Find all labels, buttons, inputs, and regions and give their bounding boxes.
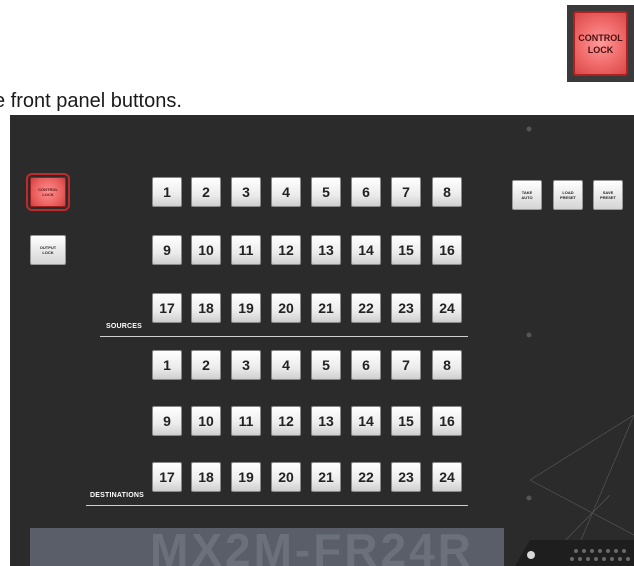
destination-button-3[interactable]: 3 xyxy=(231,350,261,380)
load-preset-line2: PRESET xyxy=(559,195,576,200)
destination-button-14[interactable]: 14 xyxy=(351,406,381,436)
destination-button-2[interactable]: 2 xyxy=(191,350,221,380)
destinations-rule xyxy=(86,505,468,506)
sources-label: SOURCES xyxy=(106,323,143,330)
source-button-9[interactable]: 9 xyxy=(152,235,182,265)
destination-button-23[interactable]: 23 xyxy=(391,462,421,492)
source-button-13[interactable]: 13 xyxy=(311,235,341,265)
source-button-3[interactable]: 3 xyxy=(231,177,261,207)
source-button-4[interactable]: 4 xyxy=(271,177,301,207)
callout-line1: CONTROL xyxy=(578,32,623,43)
source-button-10[interactable]: 10 xyxy=(191,235,221,265)
control-lock-button[interactable]: CONTROL LOCK xyxy=(26,173,70,211)
destination-button-15[interactable]: 15 xyxy=(391,406,421,436)
source-button-19[interactable]: 19 xyxy=(231,293,261,323)
callout-line2: LOCK xyxy=(587,44,614,55)
destination-button-9[interactable]: 9 xyxy=(152,406,182,436)
source-button-8[interactable]: 8 xyxy=(432,177,462,207)
destination-button-19[interactable]: 19 xyxy=(231,462,261,492)
destination-button-13[interactable]: 13 xyxy=(311,406,341,436)
load-preset-button[interactable]: LOAD PRESET xyxy=(553,180,583,210)
save-preset-line2: PRESET xyxy=(599,195,616,200)
source-button-17[interactable]: 17 xyxy=(152,293,182,323)
source-button-5[interactable]: 5 xyxy=(311,177,341,207)
output-lock-line2: LOCK xyxy=(42,250,54,255)
destination-button-11[interactable]: 11 xyxy=(231,406,261,436)
destination-button-7[interactable]: 7 xyxy=(391,350,421,380)
source-button-23[interactable]: 23 xyxy=(391,293,421,323)
source-button-12[interactable]: 12 xyxy=(271,235,301,265)
source-button-18[interactable]: 18 xyxy=(191,293,221,323)
destination-button-12[interactable]: 12 xyxy=(271,406,301,436)
source-button-2[interactable]: 2 xyxy=(191,177,221,207)
source-button-24[interactable]: 24 xyxy=(432,293,462,323)
control-lock-callout: CONTROL LOCK xyxy=(567,5,634,82)
sources-rule xyxy=(100,336,468,337)
destination-button-20[interactable]: 20 xyxy=(271,462,301,492)
source-button-1[interactable]: 1 xyxy=(152,177,182,207)
source-button-21[interactable]: 21 xyxy=(311,293,341,323)
front-panel: CONTROL LOCK OUTPUT LOCK TAKE AUTO LOAD … xyxy=(10,115,634,566)
destination-button-5[interactable]: 5 xyxy=(311,350,341,380)
source-button-11[interactable]: 11 xyxy=(231,235,261,265)
source-button-7[interactable]: 7 xyxy=(391,177,421,207)
control-lock-callout-button: CONTROL LOCK xyxy=(573,11,628,76)
take-line2: AUTO xyxy=(521,195,533,200)
destination-button-8[interactable]: 8 xyxy=(432,350,462,380)
destination-button-24[interactable]: 24 xyxy=(432,462,462,492)
destination-button-6[interactable]: 6 xyxy=(351,350,381,380)
control-lock-line2: LOCK xyxy=(42,192,54,197)
output-lock-button[interactable]: OUTPUT LOCK xyxy=(30,235,66,265)
destinations-label: DESTINATIONS xyxy=(90,492,144,499)
destination-button-16[interactable]: 16 xyxy=(432,406,462,436)
take-auto-button[interactable]: TAKE AUTO xyxy=(512,180,542,210)
source-button-14[interactable]: 14 xyxy=(351,235,381,265)
source-button-22[interactable]: 22 xyxy=(351,293,381,323)
save-preset-button[interactable]: SAVE PRESET xyxy=(593,180,623,210)
destination-button-17[interactable]: 17 xyxy=(152,462,182,492)
intro-text: e front panel buttons. xyxy=(0,90,182,112)
source-button-20[interactable]: 20 xyxy=(271,293,301,323)
source-button-6[interactable]: 6 xyxy=(351,177,381,207)
destination-button-10[interactable]: 10 xyxy=(191,406,221,436)
destination-button-21[interactable]: 21 xyxy=(311,462,341,492)
destination-button-18[interactable]: 18 xyxy=(191,462,221,492)
destination-button-1[interactable]: 1 xyxy=(152,350,182,380)
source-button-16[interactable]: 16 xyxy=(432,235,462,265)
source-button-15[interactable]: 15 xyxy=(391,235,421,265)
model-name: MX2M-FR24R xyxy=(150,524,474,566)
destination-button-22[interactable]: 22 xyxy=(351,462,381,492)
destination-button-4[interactable]: 4 xyxy=(271,350,301,380)
